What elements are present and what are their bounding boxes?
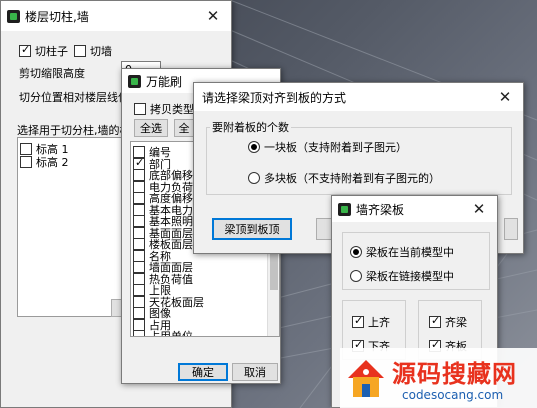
close-icon[interactable]: ✕ [461,196,497,222]
copy-type-checkbox[interactable]: 拷贝类型 [134,101,194,117]
in-current-model-radio[interactable]: 梁板在当前模型中 [350,244,454,260]
radio-icon[interactable] [350,246,362,258]
checkbox-icon[interactable] [134,103,146,115]
dialog-title: 万能刷 [146,74,183,89]
checkbox-icon[interactable] [352,314,364,328]
cut-wall-checkbox[interactable]: 切墙 [74,43,112,59]
dialog-title: 请选择梁顶对齐到板的方式 [202,90,347,105]
checkbox-icon[interactable] [74,45,86,57]
cancel-button[interactable]: 取消 [232,363,278,381]
checkbox-icon[interactable] [429,314,441,328]
option-label: 梁板在链接模型中 [366,270,454,283]
in-linked-model-radio[interactable]: 梁板在链接模型中 [350,268,454,284]
dialog-title: 墙齐梁板 [356,202,405,217]
copy-type-label: 拷贝类型 [150,103,194,116]
checkbox-icon[interactable] [20,156,32,168]
second-button[interactable]: 全 [174,119,194,137]
hidden-button-right[interactable] [504,218,518,240]
option-label: 上齐 [368,316,390,329]
field-label: 占用单位 [149,330,193,337]
cut-wall-label: 切墙 [90,45,112,58]
checkbox-icon[interactable] [133,330,145,336]
watermark-url: codesocang.com [402,388,504,402]
level-label: 标高 2 [36,156,69,169]
option-multi-slab[interactable]: 多块板（不支持附着到有子图元的） [248,170,440,186]
floor-cut-titlebar: 楼层切柱,墙 ✕ [1,1,231,31]
close-icon[interactable]: ✕ [487,83,523,111]
field-item[interactable]: 占用单位 [133,328,193,337]
level-item[interactable]: 标高 2 [20,154,69,170]
cut-column-label: 切柱子 [35,45,68,58]
app-icon [128,74,141,88]
align-beam-checkbox[interactable]: 齐梁 [429,314,467,330]
cut-column-checkbox[interactable]: 切柱子 [19,43,68,59]
group-title: 要附着板的个数 [210,119,291,135]
ok-button[interactable]: 确定 [178,363,228,381]
option-one-slab[interactable]: 一块板（支持附着到子图元） [248,139,407,155]
checkbox-icon[interactable] [19,43,31,57]
radio-icon[interactable] [248,141,260,153]
cut-height-label: 剪切缩限高度 [19,67,85,80]
close-icon[interactable]: ✕ [195,1,231,31]
option-label: 齐梁 [445,316,467,329]
app-icon [7,9,20,23]
watermark-brand: 源码搜藏网 [392,360,517,388]
radio-icon[interactable] [248,172,260,184]
app-icon [338,202,351,216]
dialog-title: 楼层切柱,墙 [25,9,89,24]
beam-to-slab-button[interactable]: 梁顶到板顶 [212,218,292,240]
option-label: 一块板（支持附着到子图元） [264,141,407,154]
select-all-button[interactable]: 全选 [134,119,168,137]
wall-align-titlebar: 墙齐梁板 ✕ [332,196,497,222]
watermark: 源码搜藏网 codesocang.com [340,348,537,408]
option-label: 梁板在当前模型中 [366,246,454,259]
radio-icon[interactable] [350,270,362,282]
align-top-checkbox[interactable]: 上齐 [352,314,390,330]
option-label: 多块板（不支持附着到有子图元的） [264,172,440,185]
beam-align-titlebar: 请选择梁顶对齐到板的方式 ✕ [194,83,523,111]
